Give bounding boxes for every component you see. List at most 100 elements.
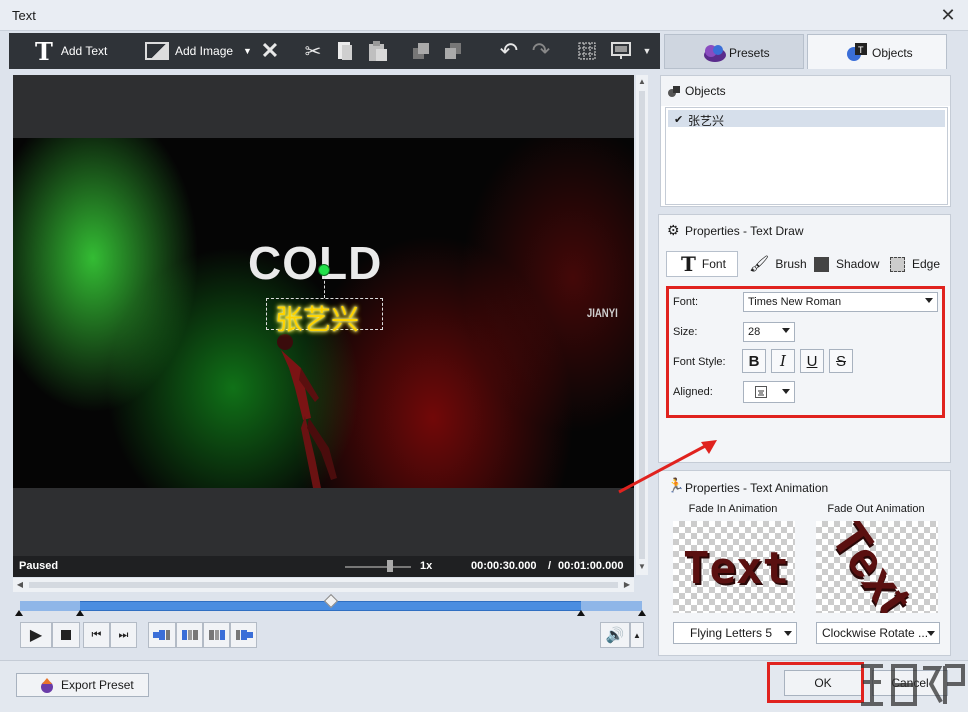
speed-slider-track[interactable] (345, 566, 411, 568)
total-time: 00:01:00.000 (558, 560, 624, 572)
bring-forward-icon[interactable] (409, 39, 433, 63)
list-item[interactable]: ✔ 张艺兴 (668, 110, 945, 128)
timeline-end-marker[interactable] (638, 610, 646, 616)
tab-brush[interactable]: 🖌 Brush (749, 251, 807, 277)
set-fade-in-button[interactable] (148, 622, 176, 648)
ok-button-highlight (767, 662, 864, 703)
svg-text:T: T (858, 45, 864, 55)
fade-in-select[interactable]: Flying Letters 5 (673, 622, 797, 644)
volume-button[interactable]: 🔊 (600, 622, 630, 648)
chevron-down-icon (782, 389, 790, 394)
fade-in-start-icon (153, 630, 170, 640)
fade-out-preview-text: Text (820, 521, 923, 613)
timeline-start-marker[interactable] (15, 610, 23, 616)
timeline-fade-in-marker[interactable] (76, 610, 84, 616)
stop-button[interactable] (52, 622, 80, 648)
tab-objects[interactable]: T Objects (807, 34, 947, 69)
scroll-down-icon[interactable]: ▼ (637, 562, 647, 572)
rotate-handle[interactable] (318, 264, 330, 276)
chevron-down-icon (784, 631, 792, 636)
skip-back-icon: ⏮ (91, 628, 102, 641)
cut-icon[interactable]: ✂ (301, 39, 325, 63)
tab-font[interactable]: T Font (666, 251, 738, 277)
title-bar: Text ✕ (0, 0, 968, 31)
tab-presets[interactable]: Presets (664, 34, 804, 69)
aligned-label: Aligned: (673, 386, 713, 398)
tab-shadow[interactable]: Shadow (814, 251, 879, 277)
scroll-left-icon[interactable]: ◀ (15, 580, 25, 590)
speed-slider-thumb[interactable] (387, 560, 393, 572)
text-object[interactable]: 张艺兴 (275, 298, 359, 338)
set-fade-out-start-button[interactable] (203, 622, 230, 648)
time-separator: / (548, 560, 552, 572)
tab-edge[interactable]: Edge (890, 251, 940, 277)
redo-icon[interactable]: ↷ (529, 38, 553, 63)
size-select[interactable]: 28 (743, 322, 795, 342)
objects-icon: T (847, 43, 867, 61)
paste-icon[interactable] (365, 39, 389, 63)
tab-font-label: Font (701, 257, 726, 271)
add-text-button[interactable]: T Add Text (35, 33, 107, 69)
display-icon[interactable] (609, 39, 633, 63)
grid-icon[interactable] (575, 39, 599, 63)
tab-objects-label: Objects (872, 46, 913, 60)
timeline-fade-out-region (581, 601, 642, 611)
strikethrough-button[interactable]: S (829, 349, 853, 373)
object-name: 张艺兴 (688, 114, 725, 128)
font-select[interactable]: Times New Roman (743, 292, 938, 312)
image-icon (145, 42, 169, 60)
objects-panel-title: Objects (685, 84, 726, 98)
scroll-right-icon[interactable]: ▶ (622, 580, 632, 590)
play-icon: ▶ (29, 627, 43, 644)
add-image-button[interactable]: Add Image ▼ (145, 33, 252, 69)
video-frame: COLD JIANYI 张艺兴 (13, 138, 634, 488)
size-select-value: 28 (748, 326, 761, 338)
toolbar: T Add Text Add Image ▼ ✕ ✂ ↶ ↷ ▼ (9, 33, 660, 69)
volume-dropdown-button[interactable]: ▲ (630, 622, 644, 648)
horizontal-scroll-thumb[interactable] (29, 582, 618, 588)
video-corner-text: JIANYI (586, 306, 618, 320)
object-checkbox[interactable]: ✔ (674, 113, 683, 126)
play-button[interactable]: ▶ (20, 622, 52, 648)
stop-icon (61, 630, 71, 640)
chevron-down-icon (927, 631, 935, 636)
fade-out-preview[interactable]: Text (816, 521, 938, 613)
dropdown-arrow-icon[interactable]: ▼ (243, 46, 252, 56)
underline-button[interactable]: U (800, 349, 824, 373)
undo-icon[interactable]: ↶ (497, 38, 521, 63)
set-fade-out-button[interactable] (230, 622, 257, 648)
add-text-label: Add Text (60, 44, 108, 58)
next-button[interactable]: ⏭ (110, 622, 137, 648)
align-center-icon (755, 386, 767, 398)
display-dropdown-icon[interactable]: ▼ (635, 39, 659, 63)
delete-icon[interactable]: ✕ (258, 38, 282, 63)
timeline-fade-out-marker[interactable] (577, 610, 585, 616)
copy-icon[interactable] (333, 39, 357, 63)
objects-panel: Objects ✔ 张艺兴 (660, 75, 951, 207)
set-fade-in-end-button[interactable] (176, 622, 203, 648)
speed-label: 1x (420, 560, 433, 572)
export-preset-button[interactable]: Export Preset (16, 673, 149, 697)
export-preset-icon (41, 678, 53, 693)
fade-in-preview[interactable]: Text (673, 521, 795, 613)
previous-button[interactable]: ⏮ (83, 622, 110, 648)
skip-forward-icon: ⏭ (118, 628, 129, 641)
align-select[interactable] (743, 381, 795, 403)
fade-in-preview-text: Text (683, 543, 789, 594)
horizontal-scrollbar[interactable]: ◀ ▶ (13, 578, 634, 592)
vertical-scrollbar[interactable]: ▲ ▼ (636, 75, 648, 575)
bold-button[interactable]: B (742, 349, 766, 373)
text-animation-properties-panel: 🏃 Properties - Text Animation Fade In An… (658, 470, 951, 656)
fade-out-select-value: Clockwise Rotate ... (822, 626, 929, 640)
fade-in-select-value: Flying Letters 5 (690, 626, 773, 640)
edge-icon (890, 256, 905, 272)
fade-out-select[interactable]: Clockwise Rotate ... (816, 622, 940, 644)
annotation-arrow (618, 440, 717, 494)
speaker-icon: 🔊 (605, 627, 625, 644)
scroll-up-icon[interactable]: ▲ (637, 77, 647, 87)
send-backward-icon[interactable] (441, 39, 465, 63)
presets-icon (704, 45, 726, 62)
close-icon[interactable]: ✕ (938, 5, 958, 25)
italic-button[interactable]: I (771, 349, 795, 373)
font-style-label: Font Style: (673, 356, 726, 368)
